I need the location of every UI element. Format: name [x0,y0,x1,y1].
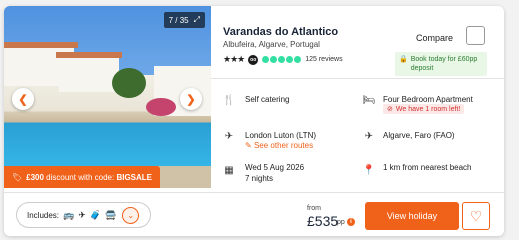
building-center [59,56,119,92]
plane-arrival-icon: ✈ [364,130,374,142]
rating-dot [294,56,302,63]
info-icon[interactable]: i [347,218,355,226]
lock-icon: 🔒 [399,56,408,63]
photo-counter: 7 / 35 ⤢ [163,12,205,28]
chevron-left-icon: ❮ [18,93,28,106]
divider [211,78,504,79]
bus-icon: 🚍 [105,209,117,220]
tripadvisor-icon: oo [248,54,259,65]
luggage-icon: 🧳 [89,209,102,220]
board-basis: Self catering [245,95,290,104]
chevron-right-icon: ❯ [186,93,196,106]
promo-text: £300 discount with code: BIGSALE [26,172,152,182]
price-from-label: from [307,205,321,212]
beach-distance: 1 km from nearest beach [383,163,472,172]
rating-dot [262,56,270,63]
includes-pill[interactable]: Includes: 🚌 ✈ 🧳 🚍 ⌄ [16,202,151,228]
photo-counter-text: 7 / 35 [168,15,189,25]
chevron-down-icon[interactable]: ⌄ [122,206,140,224]
plane-departure-icon: ✈ [224,130,234,142]
duration: 7 nights [245,174,274,183]
roof-left [4,42,78,48]
rating-row: ★★★ oo 125 reviews [223,54,343,65]
heart-icon: ♡ [469,207,483,224]
other-routes-text: See other routes [253,141,314,150]
arrival-airport: Algarve, Faro (FAO) [383,131,455,140]
rating-dot [270,56,278,63]
flight-icon: ✈ [78,209,86,220]
tripadvisor-rating [262,56,302,63]
view-holiday-button[interactable]: View holiday [365,202,459,230]
bed-icon: 🛏 [362,94,376,106]
room-alert: ⊘ We have 1 room left! [383,104,465,114]
promo-banner: 🏷 £300 discount with code: BIGSALE [4,166,160,188]
alert-icon: ⊘ [387,106,393,113]
hotel-photo[interactable]: 7 / 35 ⤢ ❮ ❯ 🏷 £300 discount with code: … [4,6,211,188]
rating-dot [278,56,286,63]
review-count[interactable]: 125 reviews [305,56,342,63]
calendar-icon: ▦ [224,164,234,176]
departure-date: Wed 5 Aug 2026 [245,163,305,172]
location-pin-icon: 📍 [362,164,376,176]
other-routes-link[interactable]: ✎ See other routes [245,141,313,150]
tag-icon: 🏷 [12,172,23,182]
rating-dot [286,56,294,63]
holiday-card: 7 / 35 ⤢ ❮ ❯ 🏷 £300 discount with code: … [4,6,504,236]
tree [112,68,146,98]
divider [4,192,504,193]
expand-icon[interactable]: ⤢ [194,15,200,25]
pencil-icon: ✎ [245,141,252,150]
departure-airport: London Luton (LTN) [245,131,317,140]
deposit-badge: 🔒 Book today for £60pp deposit [395,52,487,76]
compare-label: Compare [416,33,454,43]
deposit-text: Book today for £60pp deposit [410,56,478,72]
hotel-location: Albufeira, Algarve, Portugal [223,40,320,49]
includes-label: Includes: [27,210,60,220]
price: £535 [307,213,339,229]
star-rating: ★★★ [223,54,245,64]
prev-photo-button[interactable]: ❮ [12,88,34,110]
transfer-icon: 🚌 [63,209,75,220]
hotel-name[interactable]: Varandas do Atlantico [223,26,338,38]
cutlery-icon: 🍴 [222,94,236,106]
next-photo-button[interactable]: ❯ [180,88,202,110]
favourite-button[interactable]: ♡ [462,202,490,230]
compare-checkbox[interactable] [466,26,485,45]
flowers [146,98,176,116]
room-alert-text: We have 1 room left! [395,105,461,113]
roof-center [56,52,122,58]
per-person-label: pp [337,219,345,226]
